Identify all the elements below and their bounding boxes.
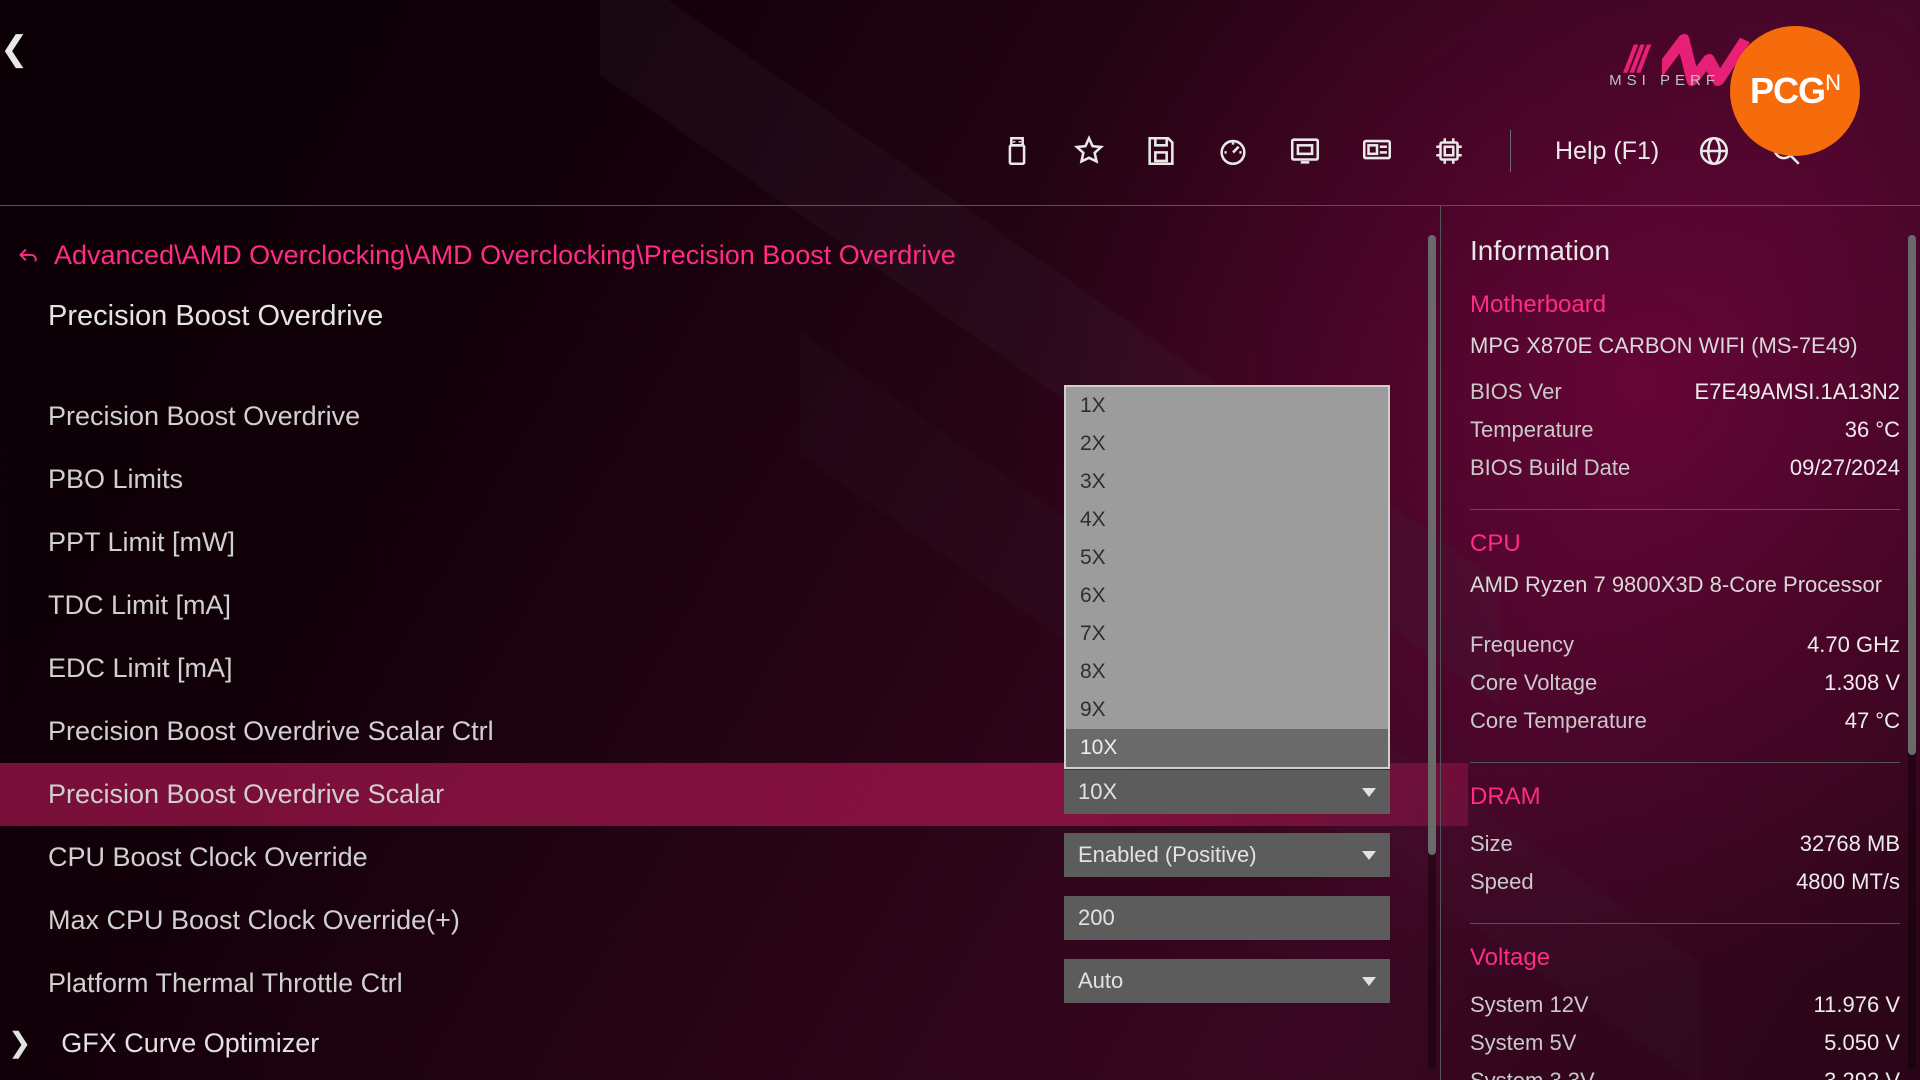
info-mb-model: MPG X870E CARBON WIFI (MS-7E49)	[1470, 333, 1900, 359]
info-cpu-volt-v: 1.308 V	[1824, 664, 1900, 702]
usb-icon[interactable]	[1000, 134, 1034, 168]
brand-subtitle: MSI PERF	[1609, 72, 1720, 89]
info-v33-v: 3.292 V	[1824, 1062, 1900, 1080]
info-volt-heading: Voltage	[1470, 944, 1900, 972]
scalar-option[interactable]: 6X	[1066, 577, 1388, 615]
info-v12-v: 11.976 V	[1814, 986, 1900, 1024]
info-dram-heading: DRAM	[1470, 783, 1900, 811]
info-mb-biosver-k: BIOS Ver	[1470, 373, 1562, 411]
max-override-value: 200	[1078, 905, 1115, 931]
info-mb-biosver-v: E7E49AMSI.1A13N2	[1695, 373, 1900, 411]
info-title: Information	[1470, 235, 1900, 267]
scalar-option[interactable]: 8X	[1066, 653, 1388, 691]
page-title: Precision Boost Overdrive	[48, 300, 1420, 333]
info-dram-size-v: 32768 MB	[1800, 825, 1900, 863]
info-cpu-freq-k: Frequency	[1470, 626, 1574, 664]
scalar-select[interactable]: 10X	[1064, 770, 1390, 814]
language-icon[interactable]	[1697, 134, 1731, 168]
info-mb-temp-k: Temperature	[1470, 411, 1594, 449]
scalar-option[interactable]: 5X	[1066, 539, 1388, 577]
row-tdc[interactable]: TDC Limit [mA]	[48, 590, 1058, 621]
info-cpu-volt-k: Core Voltage	[1470, 664, 1597, 702]
info-dram-group: DRAM Size 32768 MB Speed 4800 MT/s	[1470, 783, 1900, 901]
caret-down-icon	[1362, 977, 1376, 986]
info-v33-k: System 3.3V	[1470, 1062, 1595, 1080]
caret-down-icon	[1362, 788, 1376, 797]
info-mb-temp-v: 36 °C	[1845, 411, 1900, 449]
caret-down-icon	[1362, 851, 1376, 860]
favorite-icon[interactable]	[1072, 134, 1106, 168]
info-v5-v: 5.050 V	[1824, 1024, 1900, 1062]
info-cpu-ctemp-k: Core Temperature	[1470, 702, 1647, 740]
row-scalar-ctrl[interactable]: Precision Boost Overdrive Scalar Ctrl	[48, 716, 1058, 747]
profile-save-icon[interactable]	[1144, 134, 1178, 168]
info-separator	[1470, 762, 1900, 763]
thermal-value: Auto	[1078, 968, 1123, 994]
left-scrollbar-thumb[interactable]	[1428, 235, 1436, 855]
scalar-select-value: 10X	[1078, 779, 1117, 805]
row-thermal[interactable]: Platform Thermal Throttle Ctrl	[48, 968, 1058, 999]
max-override-field[interactable]: 200	[1064, 896, 1390, 940]
row-max-override[interactable]: Max CPU Boost Clock Override(+)	[48, 905, 1058, 936]
scalar-option[interactable]: 2X	[1066, 425, 1388, 463]
row-pbo[interactable]: Precision Boost Overdrive	[48, 401, 1058, 432]
dashboard-icon[interactable]	[1216, 134, 1250, 168]
header-divider	[0, 205, 1920, 206]
info-cpu-heading: CPU	[1470, 530, 1900, 558]
info-dram-speed-k: Speed	[1470, 863, 1534, 901]
row-ppt[interactable]: PPT Limit [mW]	[48, 527, 1058, 558]
toolbar-separator	[1510, 130, 1511, 172]
info-v5-k: System 5V	[1470, 1024, 1576, 1062]
info-motherboard-group: Motherboard MPG X870E CARBON WIFI (MS-7E…	[1470, 291, 1900, 487]
info-separator	[1470, 923, 1900, 924]
badge-text: PCG	[1750, 70, 1825, 111]
breadcrumb-path: Advanced\AMD Overclocking\AMD Overclocki…	[54, 240, 956, 271]
scalar-option[interactable]: 7X	[1066, 615, 1388, 653]
boost-override-value: Enabled (Positive)	[1078, 842, 1257, 868]
info-dram-size-k: Size	[1470, 825, 1513, 863]
scalar-option[interactable]: 4X	[1066, 501, 1388, 539]
badge-super: N	[1825, 70, 1840, 95]
right-scrollbar-thumb[interactable]	[1908, 235, 1916, 755]
info-cpu-freq-v: 4.70 GHz	[1807, 626, 1900, 664]
row-scalar[interactable]: Precision Boost Overdrive Scalar	[48, 779, 1058, 810]
info-mb-heading: Motherboard	[1470, 291, 1900, 319]
info-mb-build-v: 09/27/2024	[1790, 449, 1900, 487]
pcgn-badge: PCGN	[1730, 26, 1860, 156]
row-gfx-optimizer[interactable]: ❯ GFX Curve Optimizer	[8, 1026, 319, 1059]
scalar-option[interactable]: 10X	[1066, 729, 1388, 767]
scalar-dropdown[interactable]: 1X2X3X4X5X6X7X8X9X10X	[1064, 385, 1390, 769]
scalar-option[interactable]: 3X	[1066, 463, 1388, 501]
column-divider	[1440, 206, 1441, 1080]
boost-override-select[interactable]: Enabled (Positive)	[1064, 833, 1390, 877]
info-separator	[1470, 509, 1900, 510]
chevron-right-icon: ❯	[8, 1027, 31, 1058]
top-toolbar: Help (F1)	[1000, 130, 1803, 172]
back-button[interactable]: ❮	[0, 32, 29, 66]
thermal-select[interactable]: Auto	[1064, 959, 1390, 1003]
row-pbo-limits[interactable]: PBO Limits	[48, 464, 1058, 495]
cpu-icon[interactable]	[1432, 134, 1466, 168]
info-dram-speed-v: 4800 MT/s	[1796, 863, 1900, 901]
scalar-option[interactable]: 9X	[1066, 691, 1388, 729]
info-cpu-ctemp-v: 47 °C	[1845, 702, 1900, 740]
hw-monitor-icon[interactable]	[1288, 134, 1322, 168]
info-mb-build-k: BIOS Build Date	[1470, 449, 1630, 487]
info-cpu-model: AMD Ryzen 7 9800X3D 8-Core Processor	[1470, 572, 1900, 598]
breadcrumb[interactable]: Advanced\AMD Overclocking\AMD Overclocki…	[14, 240, 956, 271]
info-v12-k: System 12V	[1470, 986, 1589, 1024]
row-edc[interactable]: EDC Limit [mA]	[48, 653, 1058, 684]
row-boost-override[interactable]: CPU Boost Clock Override	[48, 842, 1058, 873]
info-voltage-group: Voltage System 12V 11.976 V System 5V 5.05…	[1470, 944, 1900, 1080]
breadcrumb-back-icon[interactable]	[14, 243, 40, 269]
scalar-option[interactable]: 1X	[1066, 387, 1388, 425]
board-explorer-icon[interactable]	[1360, 134, 1394, 168]
help-button[interactable]: Help (F1)	[1555, 137, 1659, 166]
info-cpu-group: CPU AMD Ryzen 7 9800X3D 8-Core Processor…	[1470, 530, 1900, 740]
